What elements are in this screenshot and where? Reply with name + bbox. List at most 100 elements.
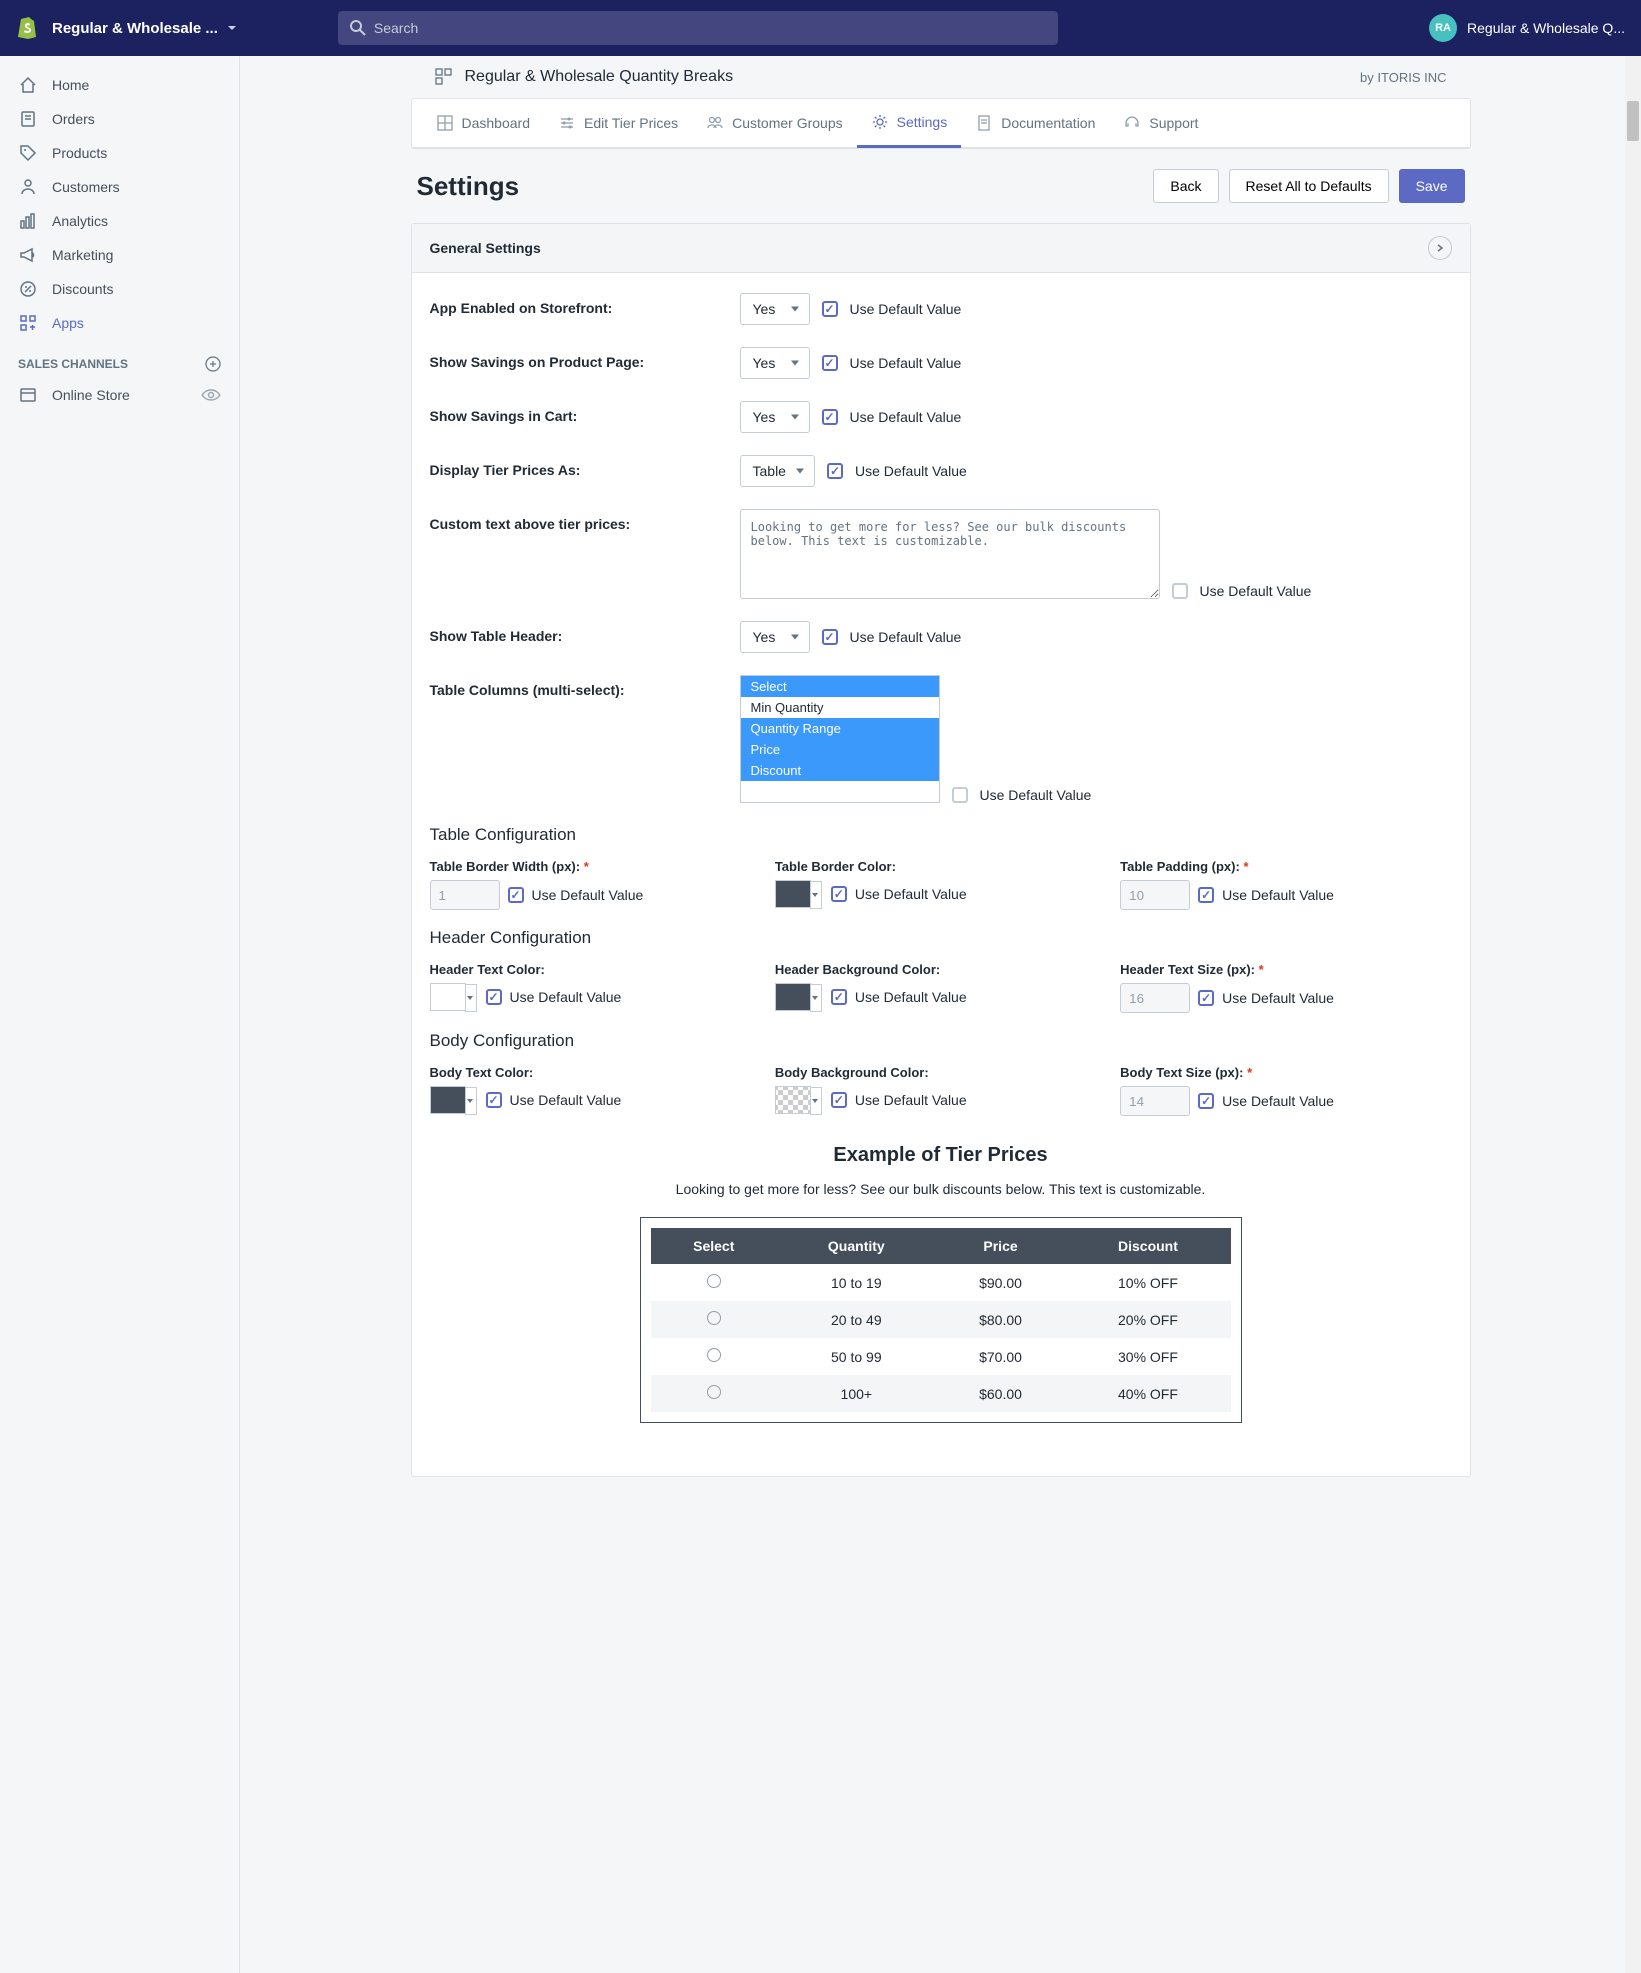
apps-icon xyxy=(18,313,38,333)
nav-customers[interactable]: Customers xyxy=(0,170,239,204)
swatch-body-text-color[interactable] xyxy=(430,1086,466,1114)
cb-custom-text-default[interactable] xyxy=(1172,583,1188,599)
cb-header-bg-color-default[interactable] xyxy=(831,989,847,1005)
field-label-app-enabled: App Enabled on Storefront: xyxy=(430,293,740,316)
radio-select[interactable] xyxy=(707,1385,721,1399)
cb-display-as-default[interactable] xyxy=(827,463,843,479)
lbl-border-color: Table Border Color: xyxy=(775,859,1106,874)
table-header: Select xyxy=(651,1228,778,1264)
app-icon xyxy=(435,68,453,86)
lbl-header-text-size: Header Text Size (px): * xyxy=(1120,962,1451,977)
back-button[interactable]: Back xyxy=(1153,169,1218,203)
radio-select[interactable] xyxy=(707,1348,721,1362)
save-button[interactable]: Save xyxy=(1399,169,1465,203)
select-show-header[interactable]: Yes xyxy=(740,621,810,653)
scrollbar[interactable] xyxy=(1625,56,1641,1973)
select-app-enabled[interactable]: Yes xyxy=(740,293,810,325)
orders-icon xyxy=(18,109,38,129)
nav-online-store[interactable]: Online Store xyxy=(0,378,239,412)
topbar: Regular & Wholesale ... Search RA Regula… xyxy=(0,0,1641,56)
cb-header-text-size-default[interactable] xyxy=(1198,990,1214,1006)
ms-option[interactable]: Price xyxy=(741,739,939,760)
radio-select[interactable] xyxy=(707,1274,721,1288)
gear-icon xyxy=(871,113,889,131)
marketing-icon xyxy=(18,245,38,265)
tab-documentation[interactable]: Documentation xyxy=(961,99,1109,147)
tab-dashboard[interactable]: Dashboard xyxy=(422,99,545,147)
input-header-text-size[interactable] xyxy=(1120,983,1190,1013)
swatch-header-bg-color[interactable] xyxy=(775,983,811,1011)
search-placeholder: Search xyxy=(374,20,418,36)
swatch-border-color[interactable] xyxy=(775,880,811,908)
input-table-padding[interactable] xyxy=(1120,880,1190,910)
select-display-as[interactable]: Table xyxy=(740,455,815,487)
field-label-display-as: Display Tier Prices As: xyxy=(430,455,740,478)
nav-home[interactable]: Home xyxy=(0,68,239,102)
analytics-icon xyxy=(18,211,38,231)
cb-border-color-default[interactable] xyxy=(831,886,847,902)
reset-defaults-button[interactable]: Reset All to Defaults xyxy=(1229,169,1389,203)
search-input[interactable]: Search xyxy=(338,11,1058,45)
lbl-header-text-color: Header Text Color: xyxy=(430,962,761,977)
field-label-custom-text: Custom text above tier prices: xyxy=(430,509,740,532)
table-header: Price xyxy=(936,1228,1066,1264)
cb-header-text-color-default[interactable] xyxy=(486,989,502,1005)
ms-option[interactable]: Quantity Range xyxy=(741,718,939,739)
account-label[interactable]: Regular & Wholesale Q... xyxy=(1467,20,1625,36)
tab-settings[interactable]: Settings xyxy=(857,99,962,148)
field-label-table-cols: Table Columns (multi-select): xyxy=(430,675,740,698)
cb-savings-cart-default[interactable] xyxy=(822,409,838,425)
avatar[interactable]: RA xyxy=(1429,14,1457,42)
cb-body-text-size-default[interactable] xyxy=(1198,1093,1214,1109)
app-byline: by ITORIS INC xyxy=(1360,70,1446,85)
ms-option[interactable]: Min Quantity xyxy=(741,697,939,718)
table-row: 20 to 49$80.0020% OFF xyxy=(651,1301,1231,1338)
nav-orders[interactable]: Orders xyxy=(0,102,239,136)
collapse-icon[interactable] xyxy=(1428,236,1452,260)
multiselect-table-cols[interactable]: SelectMin QuantityQuantity RangePriceDis… xyxy=(740,675,940,803)
select-savings-pp[interactable]: Yes xyxy=(740,347,810,379)
tab-customer-groups[interactable]: Customer Groups xyxy=(692,99,856,147)
input-body-text-size[interactable] xyxy=(1120,1086,1190,1116)
sales-channels-header: SALES CHANNELS xyxy=(0,340,239,378)
nav-apps[interactable]: Apps xyxy=(0,306,239,340)
chevron-down-icon[interactable] xyxy=(226,22,238,34)
sidebar: Home Orders Products Customers Analytics… xyxy=(0,56,240,1973)
settings-card: General Settings App Enabled on Storefro… xyxy=(411,223,1471,1477)
cb-app-enabled-default[interactable] xyxy=(822,301,838,317)
shopify-logo xyxy=(16,16,40,40)
tab-support[interactable]: Support xyxy=(1109,99,1212,147)
support-icon xyxy=(1123,114,1141,132)
swatch-body-bg-color[interactable] xyxy=(775,1086,811,1114)
nav-discounts[interactable]: Discounts xyxy=(0,272,239,306)
dashboard-icon xyxy=(436,114,454,132)
add-channel-icon[interactable] xyxy=(205,356,221,372)
content-area: Regular & Wholesale Quantity Breaks by I… xyxy=(240,56,1641,1973)
cb-border-width-default[interactable] xyxy=(508,887,524,903)
ms-option[interactable]: Select xyxy=(741,676,939,697)
customers-icon xyxy=(18,177,38,197)
field-label-savings-pp: Show Savings on Product Page: xyxy=(430,347,740,370)
cb-body-bg-color-default[interactable] xyxy=(831,1092,847,1108)
cb-body-text-color-default[interactable] xyxy=(486,1092,502,1108)
input-border-width[interactable] xyxy=(430,880,500,910)
table-row: 100+$60.0040% OFF xyxy=(651,1375,1231,1412)
view-store-icon[interactable] xyxy=(201,385,221,405)
tabs-card: Dashboard Edit Tier Prices Customer Grou… xyxy=(411,98,1471,149)
nav-analytics[interactable]: Analytics xyxy=(0,204,239,238)
cb-table-cols-default[interactable] xyxy=(952,787,968,803)
nav-marketing[interactable]: Marketing xyxy=(0,238,239,272)
radio-select[interactable] xyxy=(707,1311,721,1325)
ms-option[interactable]: Discount xyxy=(741,760,939,781)
tab-edit-tier[interactable]: Edit Tier Prices xyxy=(544,99,692,147)
cb-table-padding-default[interactable] xyxy=(1198,887,1214,903)
store-name[interactable]: Regular & Wholesale ... xyxy=(52,20,218,37)
cb-savings-pp-default[interactable] xyxy=(822,355,838,371)
cb-show-header-default[interactable] xyxy=(822,629,838,645)
select-savings-cart[interactable]: Yes xyxy=(740,401,810,433)
nav-products[interactable]: Products xyxy=(0,136,239,170)
swatch-header-text-color[interactable] xyxy=(430,983,466,1011)
textarea-custom-text[interactable] xyxy=(740,509,1160,599)
doc-icon xyxy=(975,114,993,132)
table-row: 50 to 99$70.0030% OFF xyxy=(651,1338,1231,1375)
